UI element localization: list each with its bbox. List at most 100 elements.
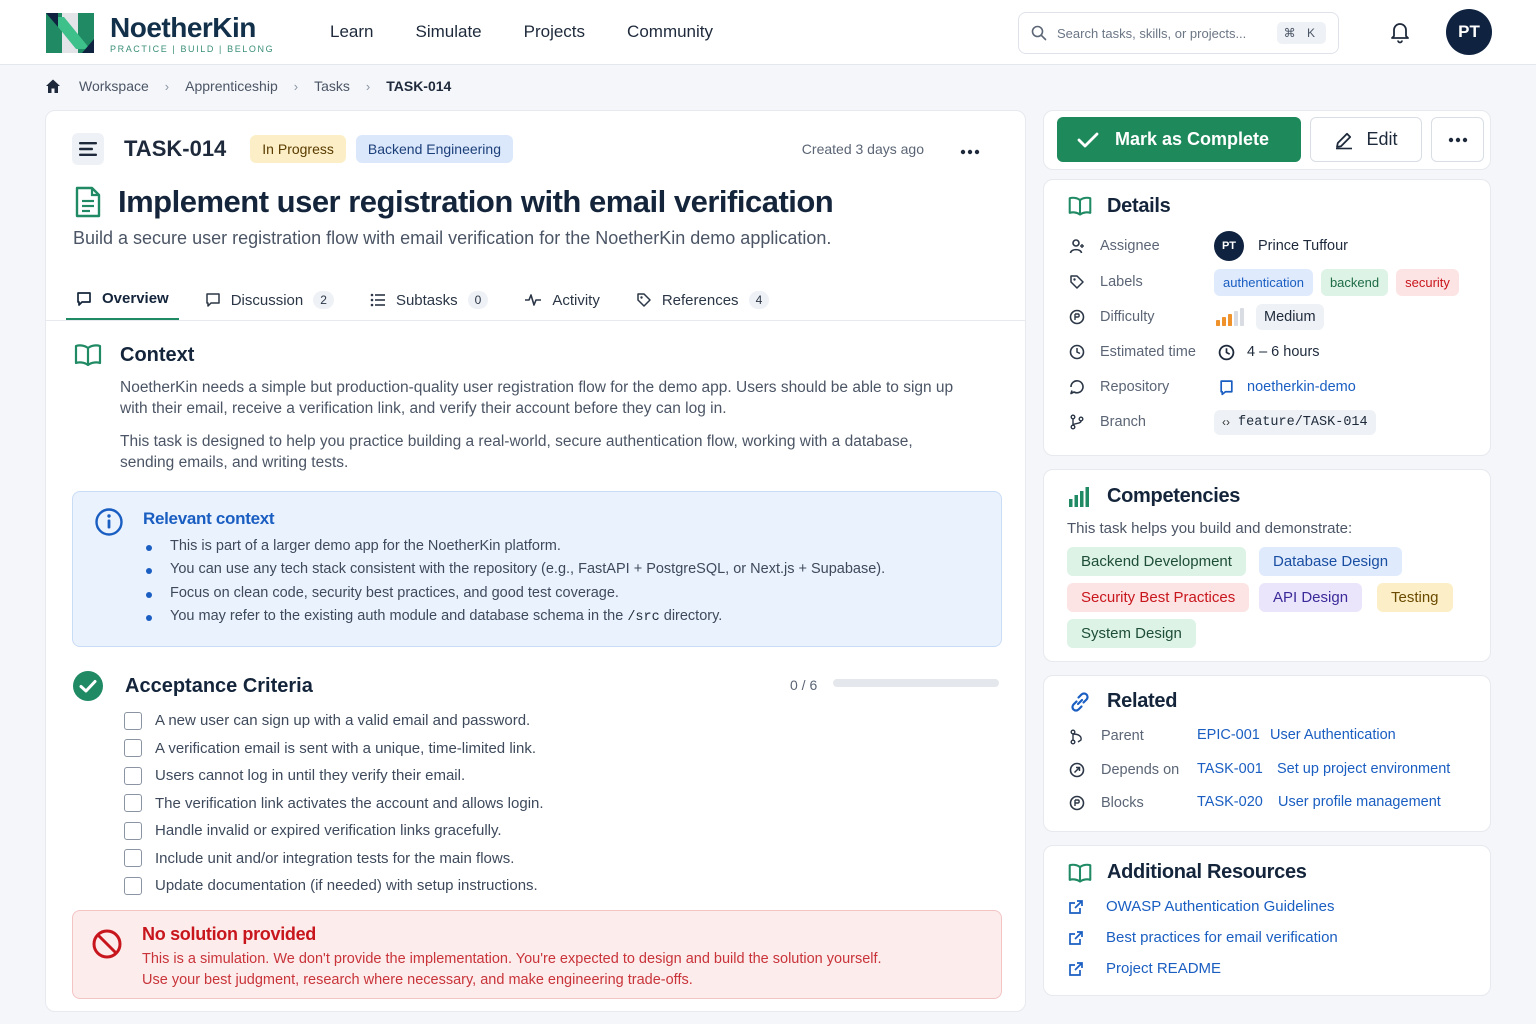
team-badge[interactable]: Backend Engineering — [355, 135, 513, 163]
book-open-icon — [74, 344, 102, 367]
resource-item[interactable]: Project README — [1068, 960, 1221, 977]
nav-community[interactable]: Community — [627, 22, 713, 42]
mark-complete-button[interactable]: Mark as Complete — [1057, 117, 1301, 162]
tag-icon — [637, 293, 651, 307]
criteria-text: Handle invalid or expired verification l… — [155, 822, 502, 840]
notice-title: No solution provided — [142, 924, 316, 944]
edit-button[interactable]: Edit — [1310, 117, 1422, 162]
list-item: This is part of a larger demo app for th… — [143, 538, 885, 561]
resource-link[interactable]: OWASP Authentication Guidelines — [1106, 898, 1334, 915]
competency-chip[interactable]: System Design — [1067, 619, 1196, 648]
criteria-text: Include unit and/or integration tests fo… — [155, 849, 515, 867]
breadcrumb-apprenticeship[interactable]: Apprenticeship — [185, 78, 278, 94]
search-input[interactable] — [1057, 25, 1267, 41]
criteria-text: The verification link activates the acco… — [155, 794, 544, 812]
tab-label: Overview — [102, 290, 169, 307]
bar-chart-icon — [1069, 487, 1089, 507]
tab-overview[interactable]: Overview — [66, 279, 179, 321]
list-item: Focus on clean code, security best pract… — [143, 585, 885, 608]
assignee-avatar[interactable]: PT — [1214, 231, 1244, 261]
detail-label: Labels — [1100, 274, 1143, 290]
branch-name: feature/TASK-014 — [1238, 414, 1368, 430]
resource-link[interactable]: Project README — [1106, 960, 1221, 977]
tab-activity[interactable]: Activity — [514, 279, 610, 321]
ellipsis-icon — [1448, 137, 1467, 142]
notice-line: This is a simulation. We don't provide t… — [142, 951, 882, 967]
status-badge[interactable]: In Progress — [250, 135, 346, 163]
search-icon — [1031, 25, 1047, 41]
competency-chip[interactable]: Security Best Practices — [1067, 583, 1250, 612]
context-header: Context — [74, 343, 194, 367]
resource-item[interactable]: OWASP Authentication Guidelines — [1068, 898, 1334, 915]
criteria-checkbox[interactable] — [124, 766, 142, 785]
relevant-context-list: This is part of a larger demo app for th… — [143, 538, 885, 631]
criteria-checkbox[interactable] — [124, 739, 142, 758]
tab-references[interactable]: References 4 — [626, 279, 779, 321]
tab-subtasks[interactable]: Subtasks 0 — [360, 279, 498, 321]
acceptance-progress-text: 0 / 6 — [790, 677, 818, 693]
acceptance-progress-bar — [833, 679, 999, 687]
detail-label: Assignee — [1100, 238, 1160, 254]
related-id-link[interactable]: EPIC-001 — [1197, 727, 1260, 743]
action-bar: Mark as Complete Edit — [1043, 110, 1491, 170]
criteria-checkbox[interactable] — [124, 711, 142, 730]
assignee-name[interactable]: Prince Tuffour — [1258, 238, 1348, 254]
estimated-time-value: 4 – 6 hours — [1247, 344, 1320, 360]
criteria-checkbox[interactable] — [124, 821, 142, 840]
detail-estimated-time: Estimated time 4 – 6 hours — [1068, 336, 1478, 368]
repository-link[interactable]: noetherkin-demo — [1247, 379, 1356, 395]
related-id-link[interactable]: TASK-020 — [1197, 794, 1263, 810]
check-circle-icon — [73, 671, 103, 701]
created-timestamp: Created 3 days ago — [801, 141, 924, 157]
more-actions-button[interactable] — [1431, 117, 1484, 162]
relevant-context-box: Relevant context This is part of a large… — [72, 491, 1002, 647]
criteria-checkbox[interactable] — [124, 876, 142, 895]
repo-icon — [1070, 380, 1084, 395]
notifications-button[interactable] — [1388, 20, 1412, 49]
acceptance-header: Acceptance Criteria — [72, 670, 313, 702]
tab-label: Activity — [552, 291, 600, 309]
breadcrumb-workspace[interactable]: Workspace — [79, 78, 149, 94]
resource-item[interactable]: Best practices for email verification — [1068, 929, 1338, 946]
resource-link[interactable]: Best practices for email verification — [1106, 929, 1338, 946]
detail-label: Branch — [1100, 414, 1146, 430]
main-nav: Learn Simulate Projects Community — [330, 22, 755, 42]
criteria-checkbox[interactable] — [124, 849, 142, 868]
tab-discussion[interactable]: Discussion 2 — [195, 279, 344, 321]
label-chip[interactable]: security — [1396, 268, 1459, 296]
tag-icon — [1070, 275, 1084, 289]
competency-chip[interactable]: Backend Development — [1067, 547, 1246, 576]
title-row: Implement user registration with email v… — [74, 184, 834, 220]
competencies-card: Competencies This task helps you build a… — [1043, 469, 1491, 662]
gauge-icon — [1069, 309, 1085, 325]
competency-chip[interactable]: Testing — [1377, 583, 1453, 612]
breadcrumb-tasks[interactable]: Tasks — [314, 78, 350, 94]
book-open-icon — [1068, 196, 1092, 216]
nav-simulate[interactable]: Simulate — [415, 22, 481, 42]
nav-projects[interactable]: Projects — [524, 22, 585, 42]
more-options-button[interactable] — [960, 139, 980, 160]
label-chip[interactable]: backend — [1320, 268, 1389, 296]
home-icon[interactable] — [44, 77, 62, 95]
criteria-checkbox[interactable] — [124, 794, 142, 813]
chevron-right-icon: › — [164, 78, 170, 94]
comment-icon — [205, 293, 220, 307]
related-name-link[interactable]: Set up project environment — [1277, 761, 1450, 777]
branch-chip[interactable]: ‹› feature/TASK-014 — [1214, 409, 1376, 435]
label-chip[interactable]: authentication — [1214, 268, 1313, 296]
nav-learn[interactable]: Learn — [330, 22, 373, 42]
notice-line: Use your best judgment, research where n… — [142, 972, 693, 988]
competency-chip[interactable]: API Design — [1259, 583, 1363, 612]
competencies-subtitle: This task helps you build and demonstrat… — [1067, 520, 1353, 537]
related-name-link[interactable]: User profile management — [1278, 794, 1441, 810]
related-name-link[interactable]: User Authentication — [1270, 727, 1396, 743]
user-avatar[interactable]: PT — [1446, 9, 1492, 55]
competency-chip[interactable]: Database Design — [1259, 547, 1403, 576]
logo[interactable]: NoetherKin PRACTICE | BUILD | BELONG — [44, 9, 274, 57]
tabs-divider — [46, 320, 1025, 321]
criteria-item: Users cannot log in until they verify th… — [124, 762, 544, 790]
code-icon: ‹› — [1222, 415, 1230, 429]
related-id-link[interactable]: TASK-001 — [1197, 761, 1263, 777]
difficulty-bar — [1222, 317, 1226, 326]
related-label: Depends on — [1101, 762, 1180, 778]
